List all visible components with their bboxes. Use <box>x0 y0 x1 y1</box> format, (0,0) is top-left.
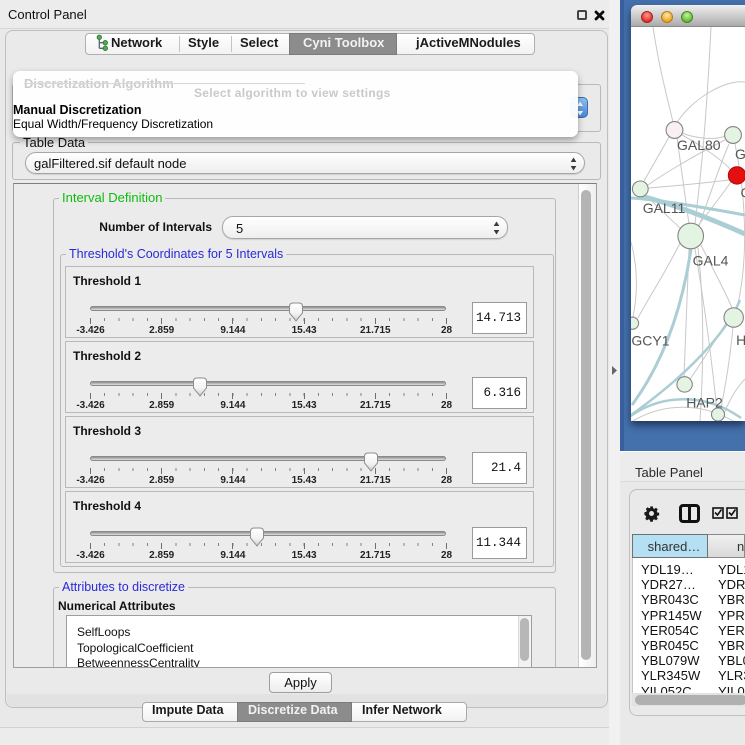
svg-text:H: H <box>736 332 745 348</box>
svg-text:GCY1: GCY1 <box>631 333 669 349</box>
svg-text:GAL80: GAL80 <box>677 137 721 153</box>
svg-text:C: C <box>741 185 745 201</box>
svg-text:GAL11: GAL11 <box>643 200 686 216</box>
svg-text:GAL4: GAL4 <box>693 252 729 268</box>
svg-text:HAP2: HAP2 <box>686 395 723 411</box>
svg-text:GA: GA <box>735 146 745 162</box>
